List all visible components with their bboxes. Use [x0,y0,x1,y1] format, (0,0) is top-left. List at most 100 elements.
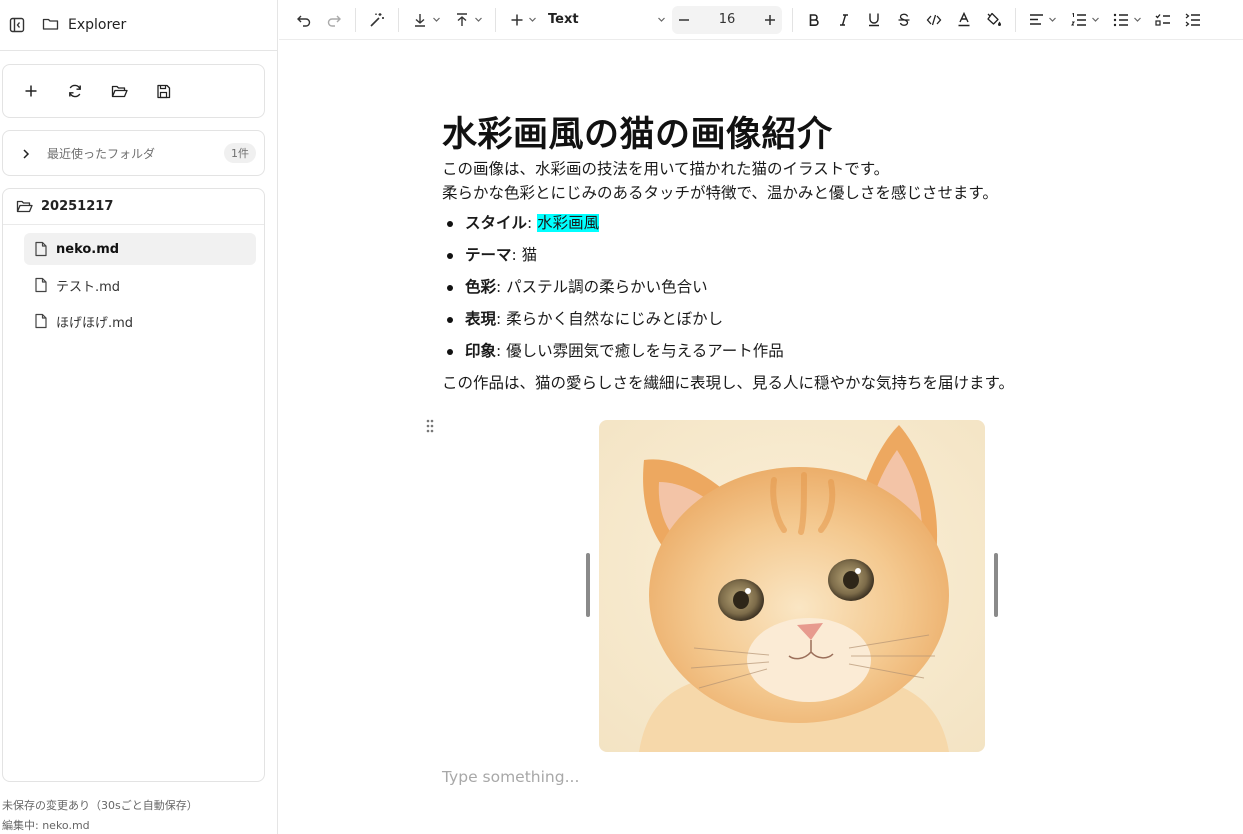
list-item-separator: : [496,278,507,296]
highlight-color-button[interactable] [979,6,1009,34]
bullet-list-icon [1113,13,1128,26]
list-item-key: 表現 [465,310,497,328]
file-item-hogehoge[interactable]: ほげほげ.md [24,305,256,337]
text-color-icon [958,12,970,27]
strikethrough-button[interactable] [889,6,919,34]
redo-button[interactable] [319,6,349,34]
refresh-button[interactable] [64,80,86,102]
toolbar-divider [398,7,399,32]
list-item-value: パステル調の柔らかい色合い [506,278,708,296]
list-item[interactable]: スタイル: 水彩画風 [442,211,1042,235]
new-file-button[interactable] [20,80,42,102]
folder-row[interactable]: 20251217 [3,189,264,225]
file-tree: 20251217 neko.md テスト.md ほげほげ.md [2,188,265,782]
image-resize-handle-right[interactable] [994,553,998,617]
align-left-icon [1030,14,1043,25]
ai-button[interactable] [362,6,392,34]
list-item-separator: : [496,342,507,360]
list-item-value: 猫 [521,246,538,264]
toolbar-divider [355,7,356,32]
file-icon [35,277,47,293]
intro-line-1: この画像は、水彩画の技法を用いて描かれた猫のイラストです。 [442,160,890,178]
bullet-list-dropdown[interactable] [1106,6,1148,34]
chevron-down-icon [1091,17,1099,22]
list-item-key: テーマ [465,246,512,264]
file-icon [35,313,47,329]
editor-area[interactable]: 水彩画風の猫の画像紹介 この画像は、水彩画の技法を用いて描かれた猫のイラストです… [279,41,1243,834]
strikethrough-icon [898,13,910,26]
numbered-list-icon [1185,13,1200,26]
cat-illustration [599,420,985,752]
sidebar-header: Explorer [0,0,277,51]
undo-button[interactable] [289,6,319,34]
feature-list[interactable]: スタイル: 水彩画風 テーマ: 猫 色彩: パステル調の柔らかい色合い 表現: … [442,211,1042,363]
increase-font-size-button[interactable] [764,6,776,34]
decrease-font-size-button[interactable] [678,6,690,34]
recent-folders[interactable]: 最近使ったフォルダ 1件 [2,130,265,176]
undo-icon [297,15,311,27]
chevron-down-icon [1133,17,1141,22]
image-resize-handle-left[interactable] [586,553,590,617]
list-item[interactable]: 色彩: パステル調の柔らかい色合い [442,275,1042,299]
document-content[interactable]: 水彩画風の猫の画像紹介 この画像は、水彩画の技法を用いて描かれた猫のイラストです… [442,113,1042,395]
empty-block-placeholder[interactable]: Type something... [442,768,579,786]
intro-paragraph[interactable]: この画像は、水彩画の技法を用いて描かれた猫のイラストです。 柔らかな色彩とにじみ… [442,157,1042,205]
file-item-test[interactable]: テスト.md [24,269,256,301]
outro-paragraph[interactable]: この作品は、猫の愛らしさを繊細に表現し、見る人に穏やかな気持ちを届けます。 [442,371,1042,395]
chevron-down-icon [1049,17,1056,22]
text-align-dropdown[interactable] [1022,6,1064,34]
save-icon [156,84,170,98]
folder-name: 20251217 [41,199,114,214]
file-icon [35,241,47,257]
document-title[interactable]: 水彩画風の猫の画像紹介 [442,113,1042,157]
toolbar-divider [495,7,496,32]
save-button[interactable] [152,80,174,102]
cat-watercolor-image[interactable] [599,420,985,752]
ordered-list-icon [1070,12,1086,26]
insert-above-dropdown[interactable] [447,6,489,34]
folder-open-icon [16,200,33,213]
chevron-right-icon[interactable] [19,146,33,160]
list-item[interactable]: 表現: 柔らかく自然なにじみとぼかし [442,307,1042,331]
list-item[interactable]: 印象: 優しい雰囲気で癒しを与えるアート作品 [442,339,1042,363]
toolbar-divider [1015,7,1016,32]
block-type-select[interactable]: Text [544,6,672,34]
highlighted-text: 水彩画風 [537,214,600,232]
file-item-neko[interactable]: neko.md [24,233,256,265]
file-list: neko.md テスト.md ほげほげ.md [3,225,264,337]
file-name: テスト.md [56,279,121,295]
list-item-separator: : [511,246,522,264]
text-color-button[interactable] [949,6,979,34]
italic-button[interactable] [829,6,859,34]
open-folder-button[interactable] [108,80,130,102]
code-icon [926,14,942,25]
ordered-list-dropdown[interactable] [1064,6,1106,34]
recent-folders-label: 最近使ったフォルダ [47,146,156,161]
underline-button[interactable] [859,6,889,34]
chevron-down-icon [474,17,482,22]
toolbar-divider [792,7,793,32]
insert-below-icon [414,13,425,27]
bold-button[interactable] [799,6,829,34]
numbered-list-button[interactable] [1178,6,1208,34]
drag-handle-icon[interactable] [425,418,435,434]
list-item-value: 柔らかく自然なにじみとぼかし [506,310,724,328]
plus-icon [765,14,775,25]
task-list-button[interactable] [1148,6,1178,34]
list-item[interactable]: テーマ: 猫 [442,243,1042,267]
intro-line-2: 柔らかな色彩とにじみのあるタッチが特徴で、温かみと優しさを感じさせます。 [442,184,998,202]
folder-icon [42,16,60,34]
list-item-separator: : [527,214,538,232]
sidebar-toggle-icon[interactable] [8,16,26,34]
chevron-down-icon [528,17,536,22]
unsaved-status-text: 未保存の変更あり（30sごと自動保存） [2,799,198,812]
code-button[interactable] [919,6,949,34]
insert-below-dropdown[interactable] [405,6,447,34]
font-size-value[interactable]: 16 [707,12,747,27]
block-type-value: Text [548,12,579,27]
editing-status-text: 編集中: neko.md [2,819,90,832]
insert-block-dropdown[interactable] [502,6,544,34]
underline-icon [869,13,879,27]
sidebar-title: Explorer [68,17,127,33]
plus-icon [25,85,37,97]
